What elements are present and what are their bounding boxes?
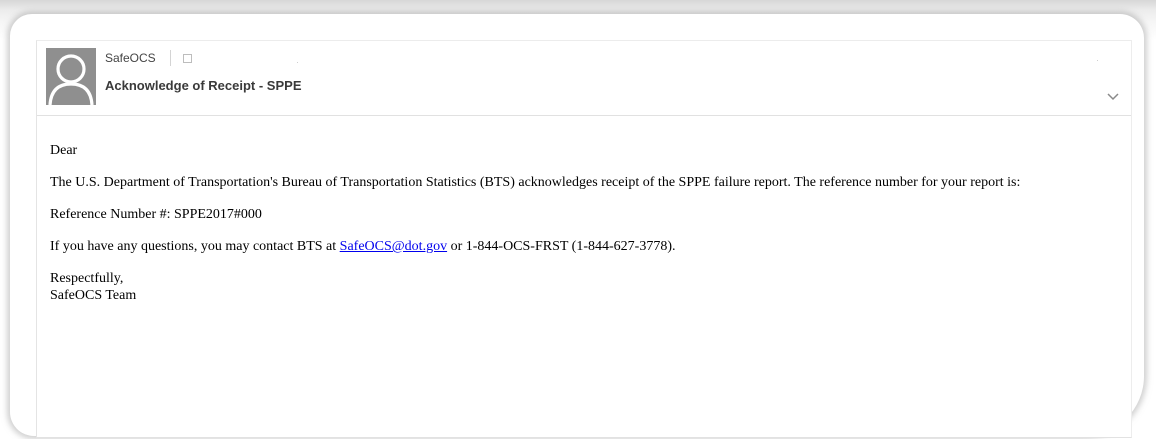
intro-paragraph: The U.S. Department of Transportation's …: [50, 175, 1021, 190]
chevron-down-icon[interactable]: [1106, 88, 1120, 101]
sender-name[interactable]: SafeOCS: [105, 51, 156, 65]
signature: SafeOCS Team: [50, 288, 137, 303]
message-subject: Acknowledge of Receipt - SPPE: [105, 78, 302, 93]
reading-pane: SafeOCS Acknowledge of Receipt - SPPE De…: [36, 40, 1132, 438]
header-divider: [169, 50, 171, 66]
closing: Respectfully,: [50, 271, 124, 286]
header-dot: [297, 62, 298, 63]
contact-paragraph: If you have any questions, you may conta…: [50, 238, 1120, 255]
greeting: Dear: [50, 143, 78, 158]
email-link[interactable]: SafeOCS@dot.gov: [340, 239, 447, 254]
sender-row: SafeOCS: [105, 50, 192, 66]
sign-off: Respectfully, SafeOCS Team: [50, 270, 1120, 304]
reference-number: Reference Number #: SPPE2017#000: [50, 207, 262, 222]
checkbox-square-icon[interactable]: [182, 53, 192, 63]
avatar[interactable]: [46, 48, 96, 105]
email-card: SafeOCS Acknowledge of Receipt - SPPE De…: [10, 14, 1144, 438]
person-silhouette-icon: [46, 48, 96, 105]
contact-prefix: If you have any questions, you may conta…: [50, 239, 340, 254]
contact-suffix: or 1-844-OCS-FRST (1-844-627-3778).: [447, 239, 676, 254]
header-dot: [1097, 60, 1098, 61]
message-header: SafeOCS Acknowledge of Receipt - SPPE: [37, 41, 1131, 116]
message-body: Dear The U.S. Department of Transportati…: [50, 142, 1120, 304]
